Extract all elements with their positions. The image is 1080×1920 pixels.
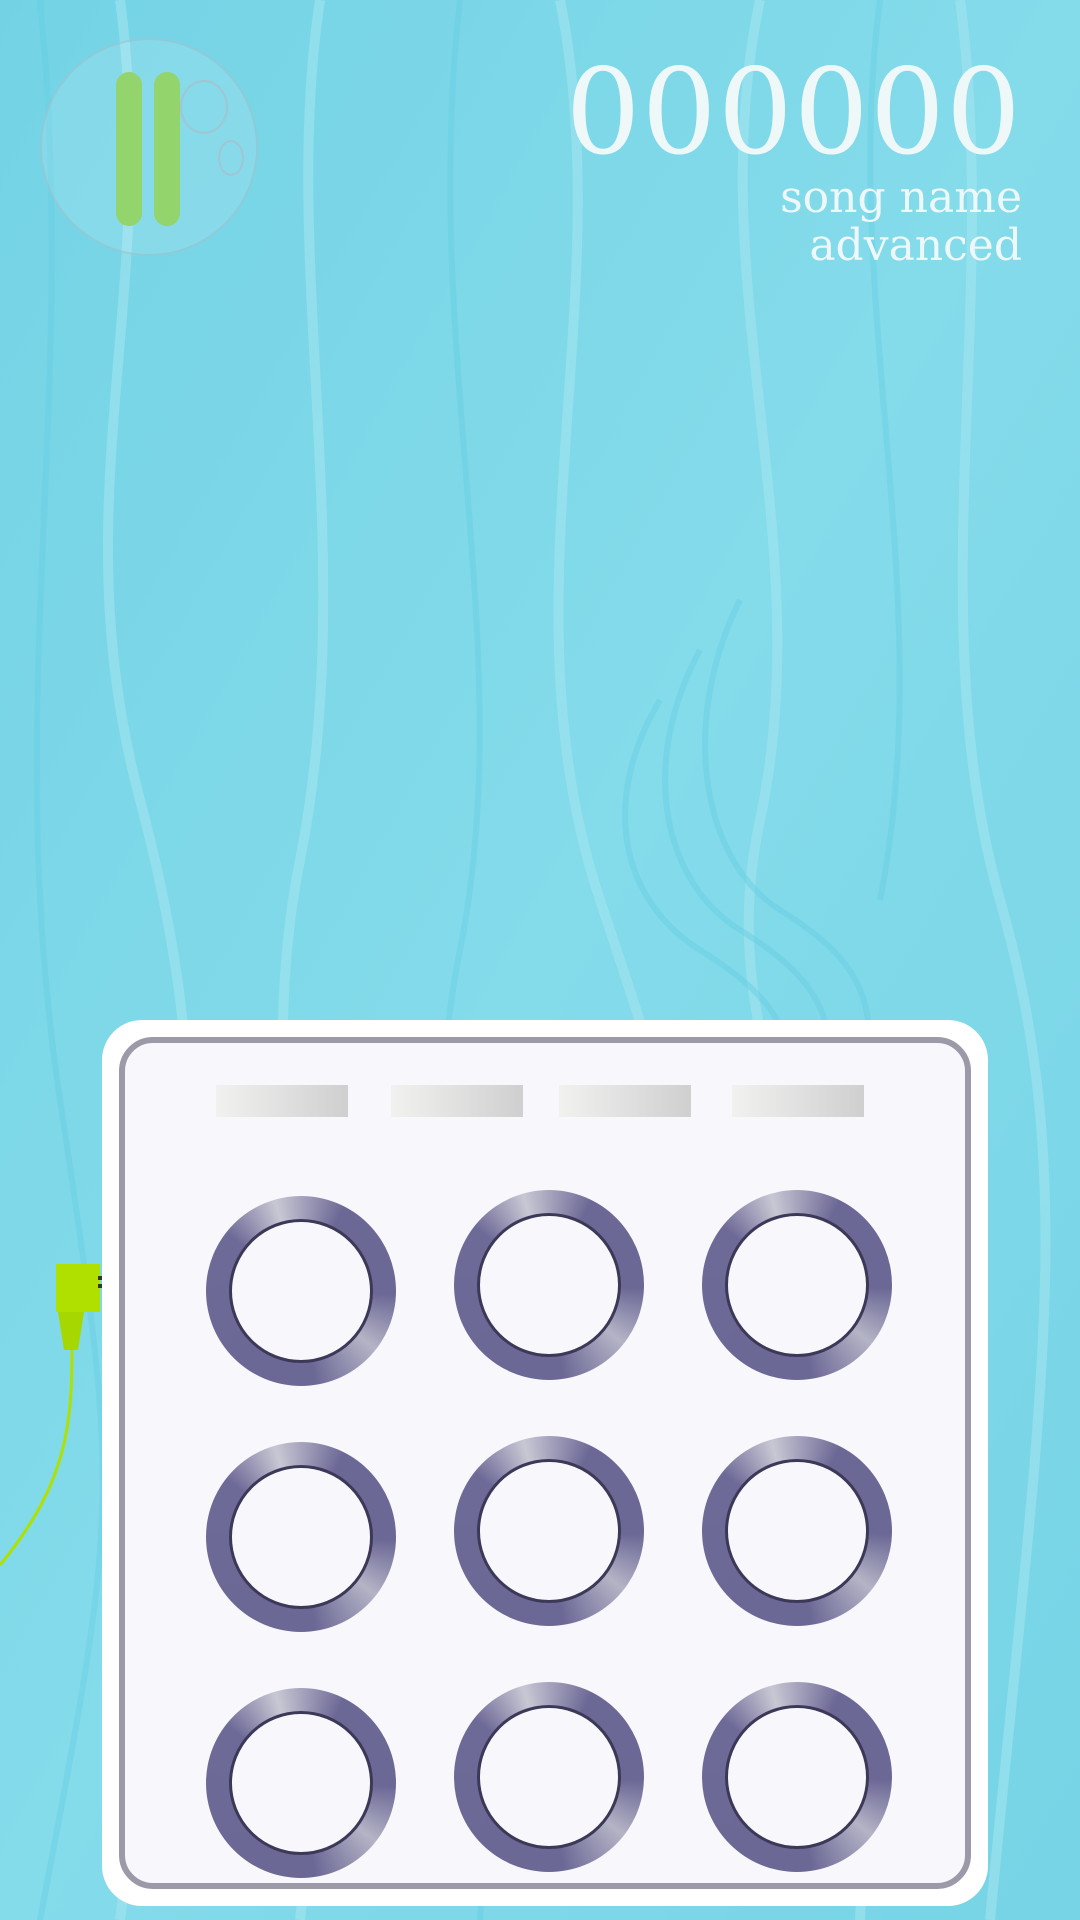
pad-face xyxy=(725,1459,869,1603)
bubble-decoration xyxy=(218,140,244,176)
drum-pad-9[interactable] xyxy=(702,1682,892,1872)
indicator-light xyxy=(732,1085,864,1117)
pause-icon-bar xyxy=(154,72,180,226)
drum-pad-7[interactable] xyxy=(206,1688,396,1878)
indicator-light xyxy=(216,1085,348,1117)
pad-face xyxy=(229,1711,373,1855)
pad-panel xyxy=(119,1037,971,1889)
pad-face xyxy=(725,1213,869,1357)
bubble-decoration xyxy=(180,80,228,134)
drum-pad-4[interactable] xyxy=(206,1442,396,1632)
indicator-light xyxy=(559,1085,691,1117)
drum-pad-5[interactable] xyxy=(454,1436,644,1626)
pad-face xyxy=(477,1213,621,1357)
drum-pad-device xyxy=(102,1020,988,1906)
cable-plug-icon xyxy=(0,1264,104,1566)
pause-button[interactable] xyxy=(40,38,258,256)
difficulty-label: advanced xyxy=(809,220,1022,271)
pad-face xyxy=(229,1219,373,1363)
pad-face xyxy=(477,1705,621,1849)
score-counter: 000000 xyxy=(565,43,1022,181)
drum-pad-8[interactable] xyxy=(454,1682,644,1872)
pad-face xyxy=(229,1465,373,1609)
drum-pad-3[interactable] xyxy=(702,1190,892,1380)
drum-pad-6[interactable] xyxy=(702,1436,892,1626)
score-panel: 000000 song name advanced xyxy=(566,52,1022,270)
pad-face xyxy=(725,1705,869,1849)
pad-face xyxy=(477,1459,621,1603)
pause-icon xyxy=(116,72,142,226)
drum-pad-1[interactable] xyxy=(206,1196,396,1386)
song-name: song name xyxy=(780,172,1022,223)
indicator-light xyxy=(391,1085,523,1117)
drum-pad-2[interactable] xyxy=(454,1190,644,1380)
